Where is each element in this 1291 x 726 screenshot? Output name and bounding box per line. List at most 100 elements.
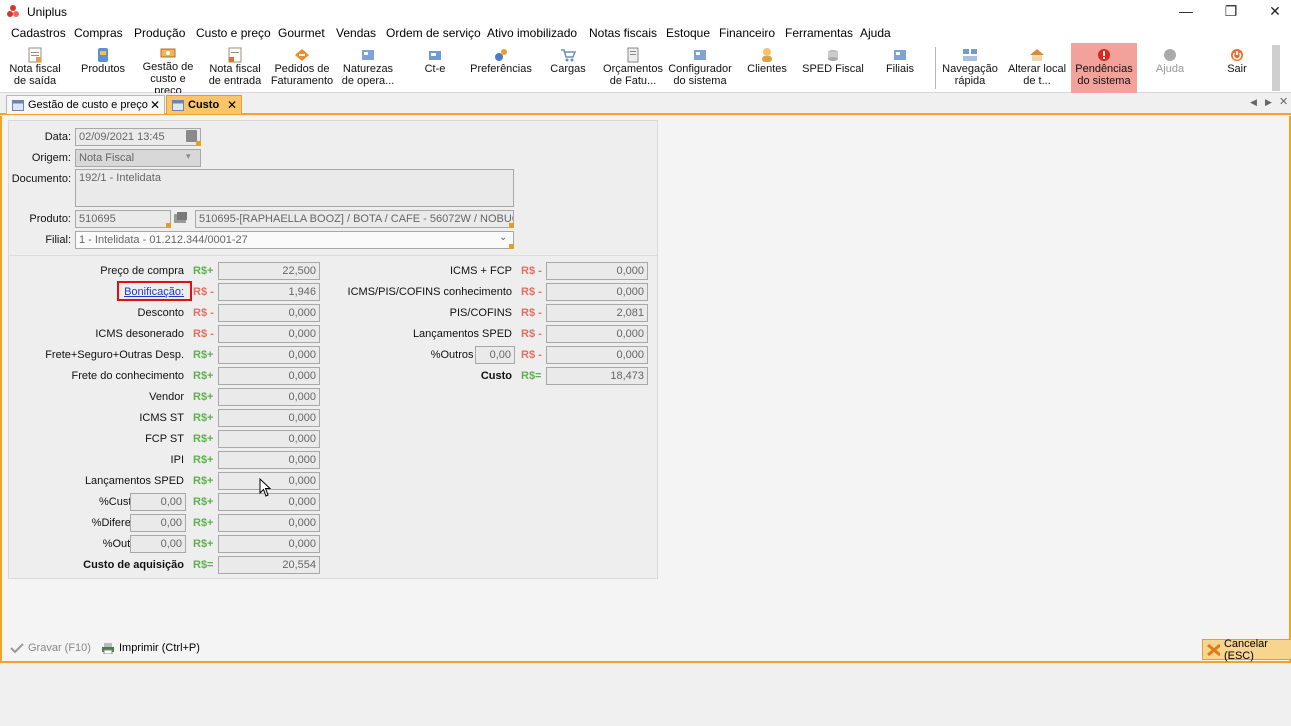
tab-window-icon [12,99,24,111]
currency-sign: R$= [193,559,214,571]
toolbar-pendencias-sistema[interactable]: Pendências do sistema [1071,43,1137,93]
currency-sign: R$+ [193,433,214,445]
left_costs-value-field[interactable]: 0,000 [218,304,320,322]
menu-compras[interactable]: Compras [74,26,123,40]
left_costs-value-field[interactable]: 0,000 [218,367,320,385]
toolbar-pedidos-faturamento[interactable]: Pedidos de Faturamento [269,43,335,93]
left_costs-value-field[interactable]: 0,000 [218,409,320,427]
left_costs-percent-field[interactable]: 0,00 [130,514,186,532]
restore-button[interactable]: ❐ [1208,0,1254,22]
left_costs-value-field[interactable]: 1,946 [218,283,320,301]
toolbar-preferencias[interactable]: Preferências [469,43,533,93]
currency-sign: R$ - [521,307,542,319]
menu-custo-preco[interactable]: Custo e preço [196,26,271,40]
produto-desc-field[interactable]: 510695-[RAPHAELLA BOOZ] / BOTA / CAFE - … [195,210,514,228]
toolbar-filiais[interactable]: Filiais [868,43,932,93]
left_costs-value-field[interactable]: 0,000 [218,430,320,448]
toolbar-alterar-local[interactable]: Alterar local de t... [1004,43,1070,93]
origem-select[interactable]: Nota Fiscal [75,149,201,167]
menu-ferramentas[interactable]: Ferramentas [785,26,853,40]
currency-sign: R$ - [521,349,542,361]
toolbar-naturezas-operacao[interactable]: Naturezas de opera... [336,43,400,93]
menu-gourmet[interactable]: Gourmet [278,26,325,40]
menu-vendas[interactable]: Vendas [336,26,376,40]
divider [9,255,657,256]
left_costs-value-field[interactable]: 0,000 [218,535,320,553]
documento-field[interactable]: 192/1 - Intelidata [75,169,514,207]
chevron-down-icon: ⌄ [499,232,508,243]
toolbar: Nota fiscal de saída Produtos Gestão de … [0,43,1291,93]
right_costs-value-field[interactable]: 0,000 [546,262,648,280]
left_costs-percent-field[interactable]: 0,00 [130,535,186,553]
left_costs-value-field[interactable]: 20,554 [218,556,320,574]
toolbar-ajuda[interactable]: Ajuda [1140,43,1200,93]
right_costs-value-field[interactable]: 0,000 [546,283,648,301]
print-button[interactable]: Imprimir (Ctrl+P) [119,642,200,654]
alert-icon [1098,48,1110,61]
left_costs-value-field[interactable]: 0,000 [218,451,320,469]
save-button[interactable]: Gravar (F10) [28,642,91,654]
toolbar-sped-fiscal[interactable]: SPED Fiscal [801,43,865,93]
menu-ajuda[interactable]: Ajuda [860,26,891,40]
toolbar-gestao-custo-preco[interactable]: Gestão de custo e preço [137,43,199,93]
right_costs-percent-field[interactable]: 0,00 [475,346,515,364]
close-tab-icon[interactable]: ✕ [150,98,160,112]
left_costs-value-field[interactable]: 0,000 [218,325,320,343]
toolbar-cte[interactable]: Ct-e [405,43,465,93]
data-field[interactable]: 02/09/2021 13:45 [75,128,201,146]
toolbar-configurador-sistema[interactable]: Configurador do sistema [667,43,733,93]
left_costs-value-field[interactable]: 0,000 [218,514,320,532]
origem-label: Origem: [31,152,71,164]
mouse-cursor-icon [259,478,272,497]
field-corner-icon [196,141,201,146]
tab-prev-icon[interactable]: ◀ [1250,97,1257,108]
right_costs-value-field[interactable]: 0,000 [546,346,648,364]
minimize-button[interactable]: — [1163,0,1209,22]
left_costs-value-field[interactable]: 0,000 [218,388,320,406]
left_costs-percent-field[interactable]: 0,00 [130,493,186,511]
right_costs-value-field[interactable]: 18,473 [546,367,648,385]
cost-management-icon [160,48,176,58]
toolbar-clientes[interactable]: Clientes [735,43,799,93]
tab-custo[interactable]: Custo ✕ [166,95,242,114]
cancel-button[interactable]: Cancelar (ESC) [1202,638,1291,662]
right_costs-value-field[interactable]: 2,081 [546,304,648,322]
status-area [0,665,1291,726]
menu-notas-fiscais[interactable]: Notas fiscais [589,26,657,40]
app-logo-icon [7,5,19,17]
right_costs-value-field[interactable]: 0,000 [546,325,648,343]
toolbar-nota-fiscal-entrada[interactable]: Nota fiscal de entrada [203,43,267,93]
cte-icon [429,50,441,60]
menu-financeiro[interactable]: Financeiro [719,26,775,40]
left_costs-value-field[interactable]: 0,000 [218,346,320,364]
filial-select[interactable]: 1 - Intelidata - 01.212.344/0001-27 [75,231,514,249]
right_costs-label: PIS/COFINS [449,307,512,319]
menu-ordem-servico[interactable]: Ordem de serviço [386,26,481,40]
toolbar-produtos[interactable]: Produtos [71,43,135,93]
toolbar-scrollbar[interactable] [1272,45,1280,91]
toolbar-cargas[interactable]: Cargas [537,43,599,93]
left_costs-value-field[interactable]: 22,500 [218,262,320,280]
currency-sign: R$+ [193,475,214,487]
toolbar-sair[interactable]: Sair [1207,43,1267,93]
produto-code-field[interactable]: 510695 [75,210,171,228]
menu-estoque[interactable]: Estoque [666,26,710,40]
close-window-button[interactable]: ✕ [1252,0,1291,22]
menu-producao[interactable]: Produção [134,26,185,40]
quick-nav-icon [963,48,977,61]
menu-cadastros[interactable]: Cadastros [11,26,66,40]
tab-next-icon[interactable]: ▶ [1265,97,1272,108]
right_costs-label: ICMS + FCP [449,265,512,277]
toolbar-nota-fiscal-saida[interactable]: Nota fiscal de saída [3,43,67,93]
toolbar-orcamentos-faturamento[interactable]: Orçamentos de Fatu... [601,43,665,93]
currency-sign: R$+ [193,370,214,382]
tab-close-all-icon[interactable]: ✕ [1279,95,1288,108]
left_costs-label: Desconto [137,307,184,319]
close-tab-icon[interactable]: ✕ [227,98,237,112]
search-product-icon[interactable] [173,212,189,225]
toolbar-navegacao-rapida[interactable]: Navegação rápida [938,43,1002,93]
currency-sign: R$+ [193,349,214,361]
currency-sign: R$ - [193,307,214,319]
menu-ativo-imobilizado[interactable]: Ativo imobilizado [487,26,577,40]
tab-gestao-custo-preco[interactable]: Gestão de custo e preço ✕ [6,95,165,114]
